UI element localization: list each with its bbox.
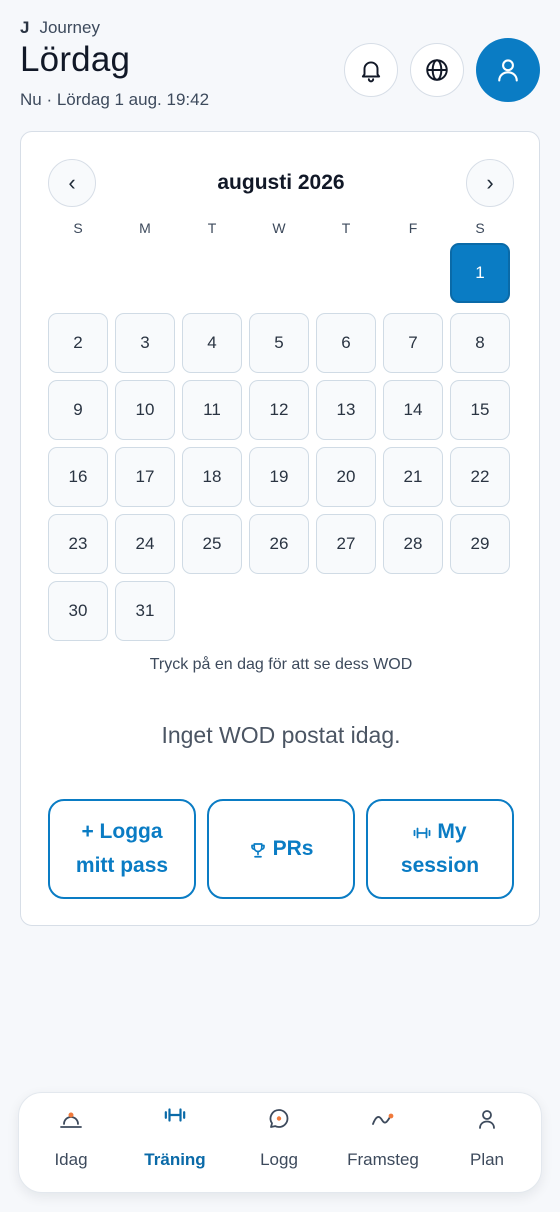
globe-icon bbox=[426, 59, 448, 81]
calendar-day[interactable]: 19 bbox=[249, 447, 309, 507]
log-session-button[interactable]: + Logga mitt pass bbox=[48, 799, 196, 899]
prs-label: PRs bbox=[272, 837, 314, 861]
tab-traning[interactable]: Träning bbox=[123, 1093, 227, 1194]
calendar-day[interactable]: 27 bbox=[316, 514, 376, 574]
calendar-day[interactable]: 25 bbox=[182, 514, 242, 574]
log-session-label: + Logga bbox=[81, 820, 163, 844]
calendar-day[interactable]: 21 bbox=[383, 447, 443, 507]
calendar-day[interactable]: 13 bbox=[316, 380, 376, 440]
calendar-day[interactable]: 30 bbox=[48, 581, 108, 641]
my-session-label: My bbox=[437, 820, 467, 844]
bottom-tab-bar: Idag Träning Logg Framsteg Plan bbox=[18, 1092, 542, 1193]
calendar-day[interactable]: 7 bbox=[383, 313, 443, 373]
chat-bubble-icon bbox=[269, 1109, 289, 1128]
calendar-day[interactable]: 18 bbox=[182, 447, 242, 507]
calendar-day[interactable]: 10 bbox=[115, 380, 175, 440]
calendar-day[interactable]: 9 bbox=[48, 380, 108, 440]
calendar-day[interactable]: 28 bbox=[383, 514, 443, 574]
prs-button[interactable]: PRs bbox=[207, 799, 355, 899]
tab-label: Träning bbox=[144, 1150, 206, 1169]
calendar-grid: 1 2 3 4 5 6 7 8 9 10 11 12 13 14 15 16 1… bbox=[48, 243, 515, 643]
weekday-label: M bbox=[139, 220, 151, 236]
notifications-button[interactable] bbox=[344, 43, 398, 97]
month-label: augusti 2026 bbox=[217, 171, 345, 194]
calendar-day[interactable]: 11 bbox=[182, 380, 242, 440]
calendar-day[interactable]: 16 bbox=[48, 447, 108, 507]
calendar-day[interactable]: 15 bbox=[450, 380, 510, 440]
calendar-day[interactable]: 24 bbox=[115, 514, 175, 574]
tab-idag[interactable]: Idag bbox=[19, 1093, 123, 1194]
profile-button[interactable] bbox=[476, 38, 540, 102]
brand-logo: J bbox=[20, 18, 30, 37]
calendar-day[interactable]: 14 bbox=[383, 380, 443, 440]
weekday-label: W bbox=[272, 220, 286, 236]
bell-icon bbox=[361, 61, 381, 83]
weekday-label: S bbox=[475, 220, 485, 236]
calendar-day[interactable]: 3 bbox=[115, 313, 175, 373]
calendar-day[interactable]: 6 bbox=[316, 313, 376, 373]
chevron-right-icon: › bbox=[486, 170, 494, 195]
user-icon bbox=[498, 59, 518, 82]
calendar-day[interactable]: 31 bbox=[115, 581, 175, 641]
weekday-label: F bbox=[408, 220, 418, 236]
calendar-day-selected[interactable]: 1 bbox=[450, 243, 510, 303]
calendar-day[interactable]: 23 bbox=[48, 514, 108, 574]
tab-plan[interactable]: Plan bbox=[435, 1093, 539, 1194]
trend-line-icon bbox=[372, 1113, 394, 1125]
calendar-day[interactable]: 22 bbox=[450, 447, 510, 507]
page-header: J Journey Lördag Nu · Lördag 1 aug. 19:4… bbox=[20, 18, 540, 118]
next-month-button[interactable]: › bbox=[466, 159, 514, 207]
calendar-day[interactable]: 29 bbox=[450, 514, 510, 574]
tab-framsteg[interactable]: Framsteg bbox=[331, 1093, 435, 1194]
calendar-hint: Tryck på en dag för att se dess WOD bbox=[149, 656, 413, 673]
weekday-label: T bbox=[341, 220, 351, 236]
my-session-button[interactable]: My session bbox=[366, 799, 514, 899]
brand: J Journey bbox=[20, 18, 540, 38]
calendar-day[interactable]: 2 bbox=[48, 313, 108, 373]
tab-label: Idag bbox=[54, 1150, 88, 1169]
calendar-header: ‹ augusti 2026 › bbox=[48, 159, 514, 207]
weekday-row: S M T W T F S bbox=[48, 220, 515, 240]
calendar-card: ‹ augusti 2026 › S M T W T F S 1 2 3 4 5… bbox=[20, 131, 540, 926]
user-icon bbox=[479, 1110, 495, 1129]
dumbbell-icon bbox=[414, 827, 431, 839]
weekday-label: S bbox=[73, 220, 83, 236]
weekday-label: T bbox=[207, 220, 217, 236]
wod-empty-message: Inget WOD postat idag. bbox=[161, 722, 401, 748]
calendar-day[interactable]: 8 bbox=[450, 313, 510, 373]
calendar-day[interactable]: 17 bbox=[115, 447, 175, 507]
calendar-day[interactable]: 26 bbox=[249, 514, 309, 574]
dumbbell-icon bbox=[164, 1108, 186, 1122]
tab-label: Plan bbox=[469, 1150, 505, 1169]
sunrise-icon bbox=[60, 1112, 82, 1128]
trophy-icon bbox=[250, 842, 265, 858]
action-buttons: + Logga mitt pass PRs My session bbox=[48, 799, 514, 899]
log-session-label-2: mitt pass bbox=[75, 854, 169, 877]
header-actions bbox=[344, 38, 540, 102]
my-session-label-2: session bbox=[400, 854, 480, 877]
tab-label: Logg bbox=[260, 1150, 298, 1169]
calendar-day[interactable]: 12 bbox=[249, 380, 309, 440]
calendar-day[interactable]: 4 bbox=[182, 313, 242, 373]
brand-name: Journey bbox=[39, 18, 100, 37]
tab-logg[interactable]: Logg bbox=[227, 1093, 331, 1194]
language-button[interactable] bbox=[410, 43, 464, 97]
tab-label: Framsteg bbox=[347, 1150, 419, 1169]
calendar-day[interactable]: 20 bbox=[316, 447, 376, 507]
calendar-day[interactable]: 5 bbox=[249, 313, 309, 373]
